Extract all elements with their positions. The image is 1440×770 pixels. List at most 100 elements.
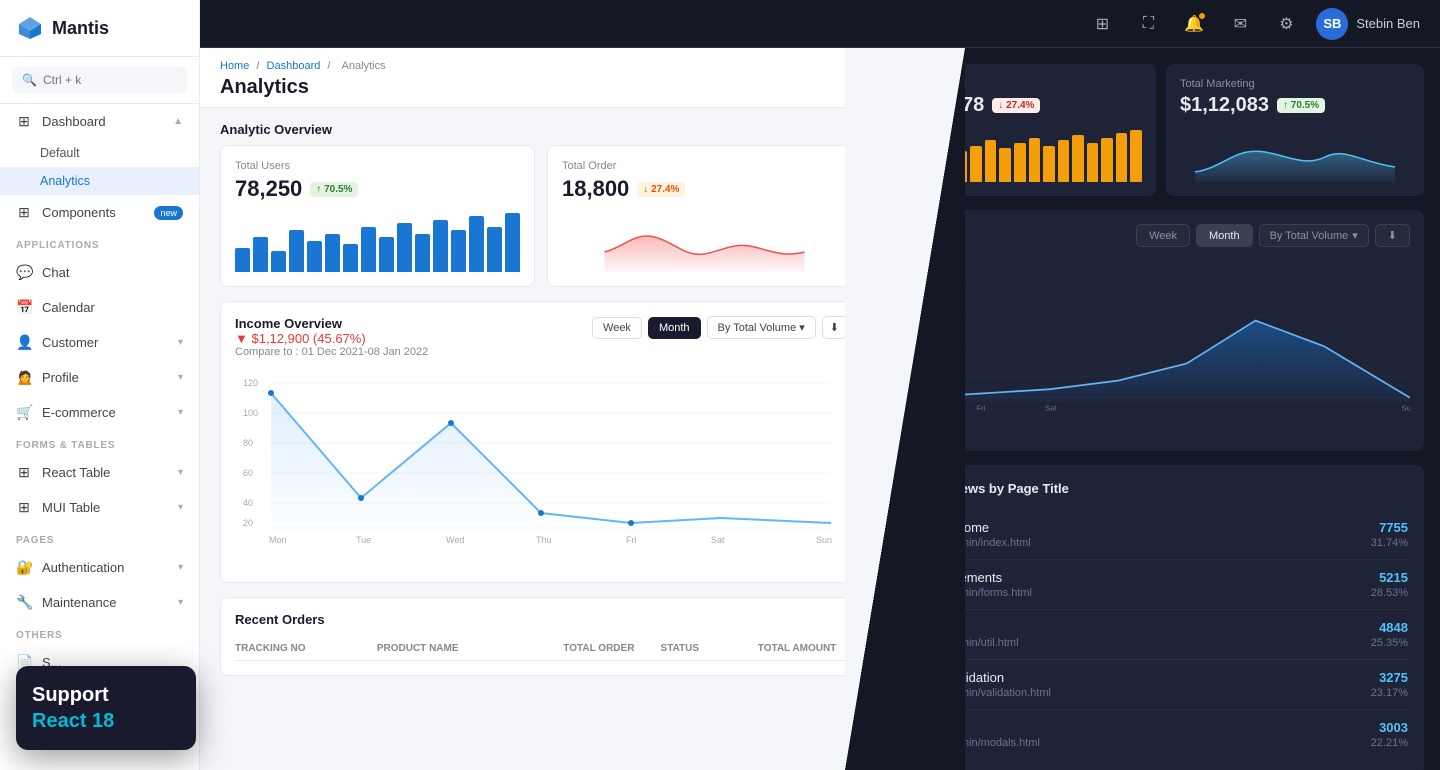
chevron-down-icon-maintenance: ▾ — [178, 597, 183, 608]
dark-volume-dropdown[interactable]: By Total Volume ▾ — [1259, 224, 1369, 247]
dark-income-chart-svg: Fri Sat Sun — [912, 257, 1410, 427]
pv-path-utilities: /demo/admin/util.html — [914, 637, 1019, 649]
support-line2: React 18 — [32, 708, 180, 734]
messages-icon[interactable]: ✉ — [1224, 8, 1256, 40]
bar-users — [433, 220, 448, 273]
sidebar-logo[interactable]: Mantis — [0, 0, 199, 57]
nav-item-components[interactable]: ⊞ Components new — [0, 195, 199, 230]
dark-stat-label-marketing: Total Marketing — [1180, 78, 1410, 90]
nav-item-authentication[interactable]: 🔐 Authentication ▾ — [0, 550, 199, 585]
bar-users — [379, 237, 394, 272]
income-chart-area: 120 100 80 60 40 20 — [235, 368, 847, 568]
pv-count-utilities: 4848 — [1379, 620, 1408, 635]
download-btn[interactable]: ⬇ — [822, 316, 847, 339]
support-popup[interactable]: Support React 18 — [16, 666, 196, 750]
nav-label-authentication: Authentication — [42, 560, 124, 575]
area-chart-orders — [562, 212, 847, 272]
nav-item-mui-table[interactable]: ⊞ MUI Table ▾ — [0, 490, 199, 525]
chevron-down-icon-profile: ▾ — [178, 372, 183, 383]
dark-stat-badge-sales: ↓ 27.4% — [992, 98, 1040, 113]
svg-text:80: 80 — [243, 438, 253, 448]
svg-text:Wed: Wed — [446, 535, 464, 545]
income-title: Income Overview — [235, 316, 428, 331]
support-line1: Support — [32, 684, 109, 706]
bar-users — [343, 244, 358, 272]
user-avatar[interactable]: SB Stebin Ben — [1316, 8, 1420, 40]
dark-month-btn[interactable]: Month — [1196, 224, 1253, 247]
dark-week-btn[interactable]: Week — [1136, 224, 1190, 247]
pv-path-form-validation: /demo/admin/validation.html — [914, 687, 1051, 699]
maintenance-icon: 🔧 — [16, 594, 32, 611]
svg-text:Sat: Sat — [711, 535, 725, 545]
nav-label-profile: Profile — [42, 370, 79, 385]
pv-name-utilities: Utilities — [914, 620, 956, 635]
svg-text:Fri: Fri — [626, 535, 637, 545]
main-area: ⊞ ⛶ 🔔 ✉ ⚙ SB Stebin Ben Home / Dashboard… — [200, 0, 1440, 770]
pv-name-modals: Modals — [914, 720, 956, 735]
customer-icon: 👤 — [16, 334, 32, 351]
dark-stat-card-sales: Total Sales $35,078 ↓ 27.4% — [898, 64, 1156, 196]
stat-value-orders: 18,800 — [562, 176, 629, 202]
mui-table-icon: ⊞ — [16, 499, 32, 516]
settings-icon[interactable]: ⚙ — [1270, 8, 1302, 40]
volume-dropdown-btn[interactable]: By Total Volume ▾ — [707, 316, 816, 339]
dashboard-icon: ⊞ — [16, 113, 32, 130]
components-icon: ⊞ — [16, 204, 32, 221]
chevron-down-icon-mui-table: ▾ — [178, 502, 183, 513]
notifications-icon[interactable]: 🔔 — [1178, 8, 1210, 40]
nav-label-maintenance: Maintenance — [42, 595, 116, 610]
month-btn[interactable]: Month — [648, 317, 701, 339]
dark-stat-value-row-sales: $35,078 ↓ 27.4% — [912, 94, 1142, 117]
nav-label-dashboard: Dashboard — [42, 114, 106, 129]
calendar-icon: 📅 — [16, 299, 32, 316]
bar-sales — [1029, 138, 1041, 182]
react-table-icon: ⊞ — [16, 464, 32, 481]
nav-item-calendar[interactable]: 📅 Calendar — [0, 290, 199, 325]
dark-download-btn[interactable]: ⬇ — [1375, 224, 1410, 247]
nav-item-chat[interactable]: 💬 Chat — [0, 255, 199, 290]
topbar: ⊞ ⛶ 🔔 ✉ ⚙ SB Stebin Ben — [200, 0, 1440, 48]
breadcrumb: Home / Dashboard / Analytics — [220, 60, 862, 72]
dark-income-controls: Week Month By Total Volume ▾ ⬇ — [912, 224, 1410, 247]
dark-income-section: Week Month By Total Volume ▾ ⬇ — [898, 210, 1424, 451]
nav-item-ecommerce[interactable]: 🛒 E-commerce ▾ — [0, 395, 199, 430]
chevron-down-icon-auth: ▾ — [178, 562, 183, 573]
content-area: Home / Dashboard / Analytics Analytics A… — [200, 48, 1440, 770]
svg-text:Tue: Tue — [356, 535, 371, 545]
nav-item-customer[interactable]: 👤 Customer ▾ — [0, 325, 199, 360]
breadcrumb-sep2: / — [327, 60, 333, 72]
breadcrumb-dashboard[interactable]: Dashboard — [267, 60, 321, 72]
bar-users — [289, 230, 304, 272]
sidebar: Mantis 🔍 ⊞ Dashboard ▲ Default Analytics… — [0, 0, 200, 770]
pv-pct-form-elements: 28.53% — [1371, 587, 1408, 599]
dark-stat-badge-marketing: ↑ 70.5% — [1277, 98, 1325, 113]
pv-path-form-elements: /demo/admin/forms.html — [914, 587, 1032, 599]
nav-label-ecommerce: E-commerce — [42, 405, 116, 420]
col-product: Product Name — [377, 643, 555, 654]
nav-item-profile[interactable]: 🙍 Profile ▾ — [0, 360, 199, 395]
income-compare: Compare to : 01 Dec 2021-08 Jan 2022 — [235, 346, 428, 358]
nav-item-dashboard[interactable]: ⊞ Dashboard ▲ — [0, 104, 199, 139]
apps-icon[interactable]: ⊞ — [1086, 8, 1118, 40]
pv-item-admin-home: Admin Home 7755 /demo/admin/index.html 3… — [914, 510, 1408, 560]
bar-users — [325, 234, 340, 273]
nav-sub-analytics[interactable]: Analytics — [0, 167, 199, 195]
bar-sales — [1087, 143, 1099, 182]
pv-item-form-validation: Form Validation 3275 /demo/admin/validat… — [914, 660, 1408, 710]
bar-users — [307, 241, 322, 273]
dark-stat-value-row-marketing: $1,12,083 ↑ 70.5% — [1180, 94, 1410, 117]
nav-sub-default[interactable]: Default — [0, 139, 199, 167]
week-btn[interactable]: Week — [592, 317, 642, 339]
search-input[interactable] — [43, 73, 177, 87]
dark-stat-label-sales: Total Sales — [912, 78, 1142, 90]
bar-users — [451, 230, 466, 272]
pv-item-modals: Modals 3003 /demo/admin/modals.html 22.2… — [914, 710, 1408, 759]
nav-item-react-table[interactable]: ⊞ React Table ▾ — [0, 455, 199, 490]
fullscreen-icon[interactable]: ⛶ — [1132, 8, 1164, 40]
profile-icon: 🙍 — [16, 369, 32, 386]
nav-item-maintenance[interactable]: 🔧 Maintenance ▾ — [0, 585, 199, 620]
nav-label-chat: Chat — [42, 265, 69, 280]
mantis-logo-icon — [16, 14, 44, 42]
section-analytic-overview: Analytic Overview — [200, 108, 882, 145]
breadcrumb-home[interactable]: Home — [220, 60, 249, 72]
